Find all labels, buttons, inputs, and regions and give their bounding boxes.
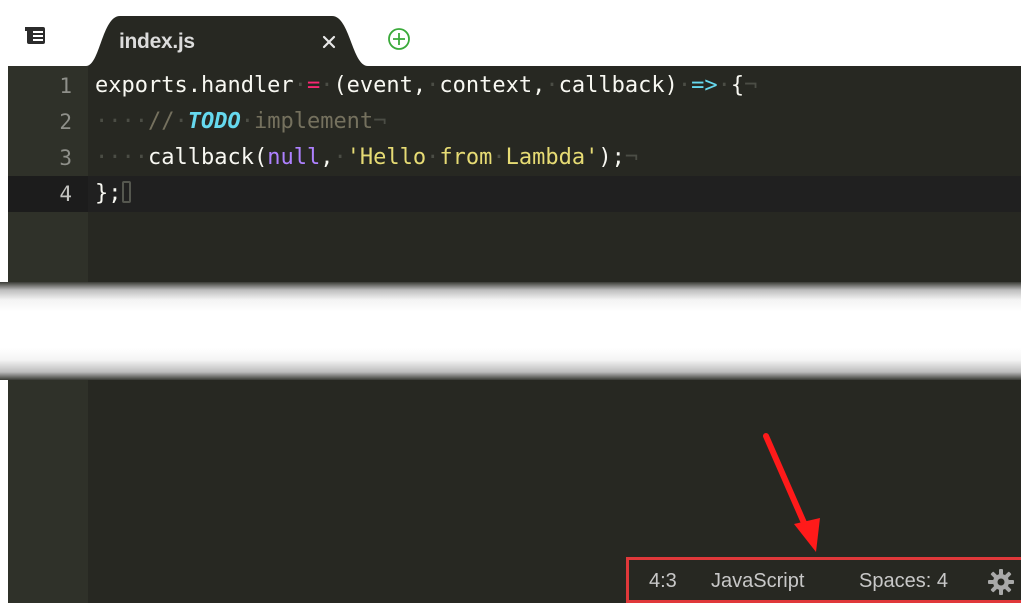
line-number: 3	[59, 146, 72, 170]
file-list-icon	[25, 27, 45, 44]
tab-bar: index.js	[0, 0, 1021, 66]
line-number-gutter	[8, 380, 88, 603]
tab-index-js[interactable]: index.js	[86, 16, 368, 66]
close-icon	[322, 35, 336, 49]
gear-icon	[988, 569, 1014, 595]
code-line[interactable]: 2 ····//·TODO·implement¬	[8, 104, 1021, 140]
file-list-button[interactable]	[24, 24, 50, 48]
code-text: exports.handler·=·(event,·context,·callb…	[95, 73, 758, 98]
tab-title: index.js	[119, 30, 195, 53]
line-number: 1	[59, 74, 72, 98]
status-bar: 4:3 JavaScript Spaces: 4	[626, 557, 1021, 603]
line-number: 4	[59, 182, 72, 206]
add-tab-button[interactable]	[387, 27, 411, 51]
red-arrow-icon	[763, 433, 820, 552]
cursor-position[interactable]: 4:3	[649, 570, 677, 593]
text-cursor	[121, 181, 131, 203]
settings-button[interactable]	[987, 568, 1015, 596]
code-text: };¶	[95, 176, 131, 212]
code-line[interactable]: 1 exports.handler·=·(event,·context,·cal…	[8, 68, 1021, 104]
code-line-current[interactable]: 4 };¶	[8, 176, 1021, 212]
indentation-setting[interactable]: Spaces: 4	[859, 570, 948, 593]
language-mode[interactable]: JavaScript	[711, 570, 804, 593]
line-number: 2	[59, 110, 72, 134]
code-text: ····callback(null,·'Hello·from·Lambda');…	[95, 145, 639, 170]
code-line[interactable]: 3 ····callback(null,·'Hello·from·Lambda'…	[8, 140, 1021, 176]
tab-close-button[interactable]	[320, 33, 338, 51]
plus-circle-icon	[388, 28, 410, 50]
screenshot-tear-gap	[0, 282, 1021, 380]
code-text: ····//·TODO·implement¬	[95, 109, 387, 134]
code-editor[interactable]: 1 exports.handler·=·(event,·context,·cal…	[8, 66, 1021, 282]
